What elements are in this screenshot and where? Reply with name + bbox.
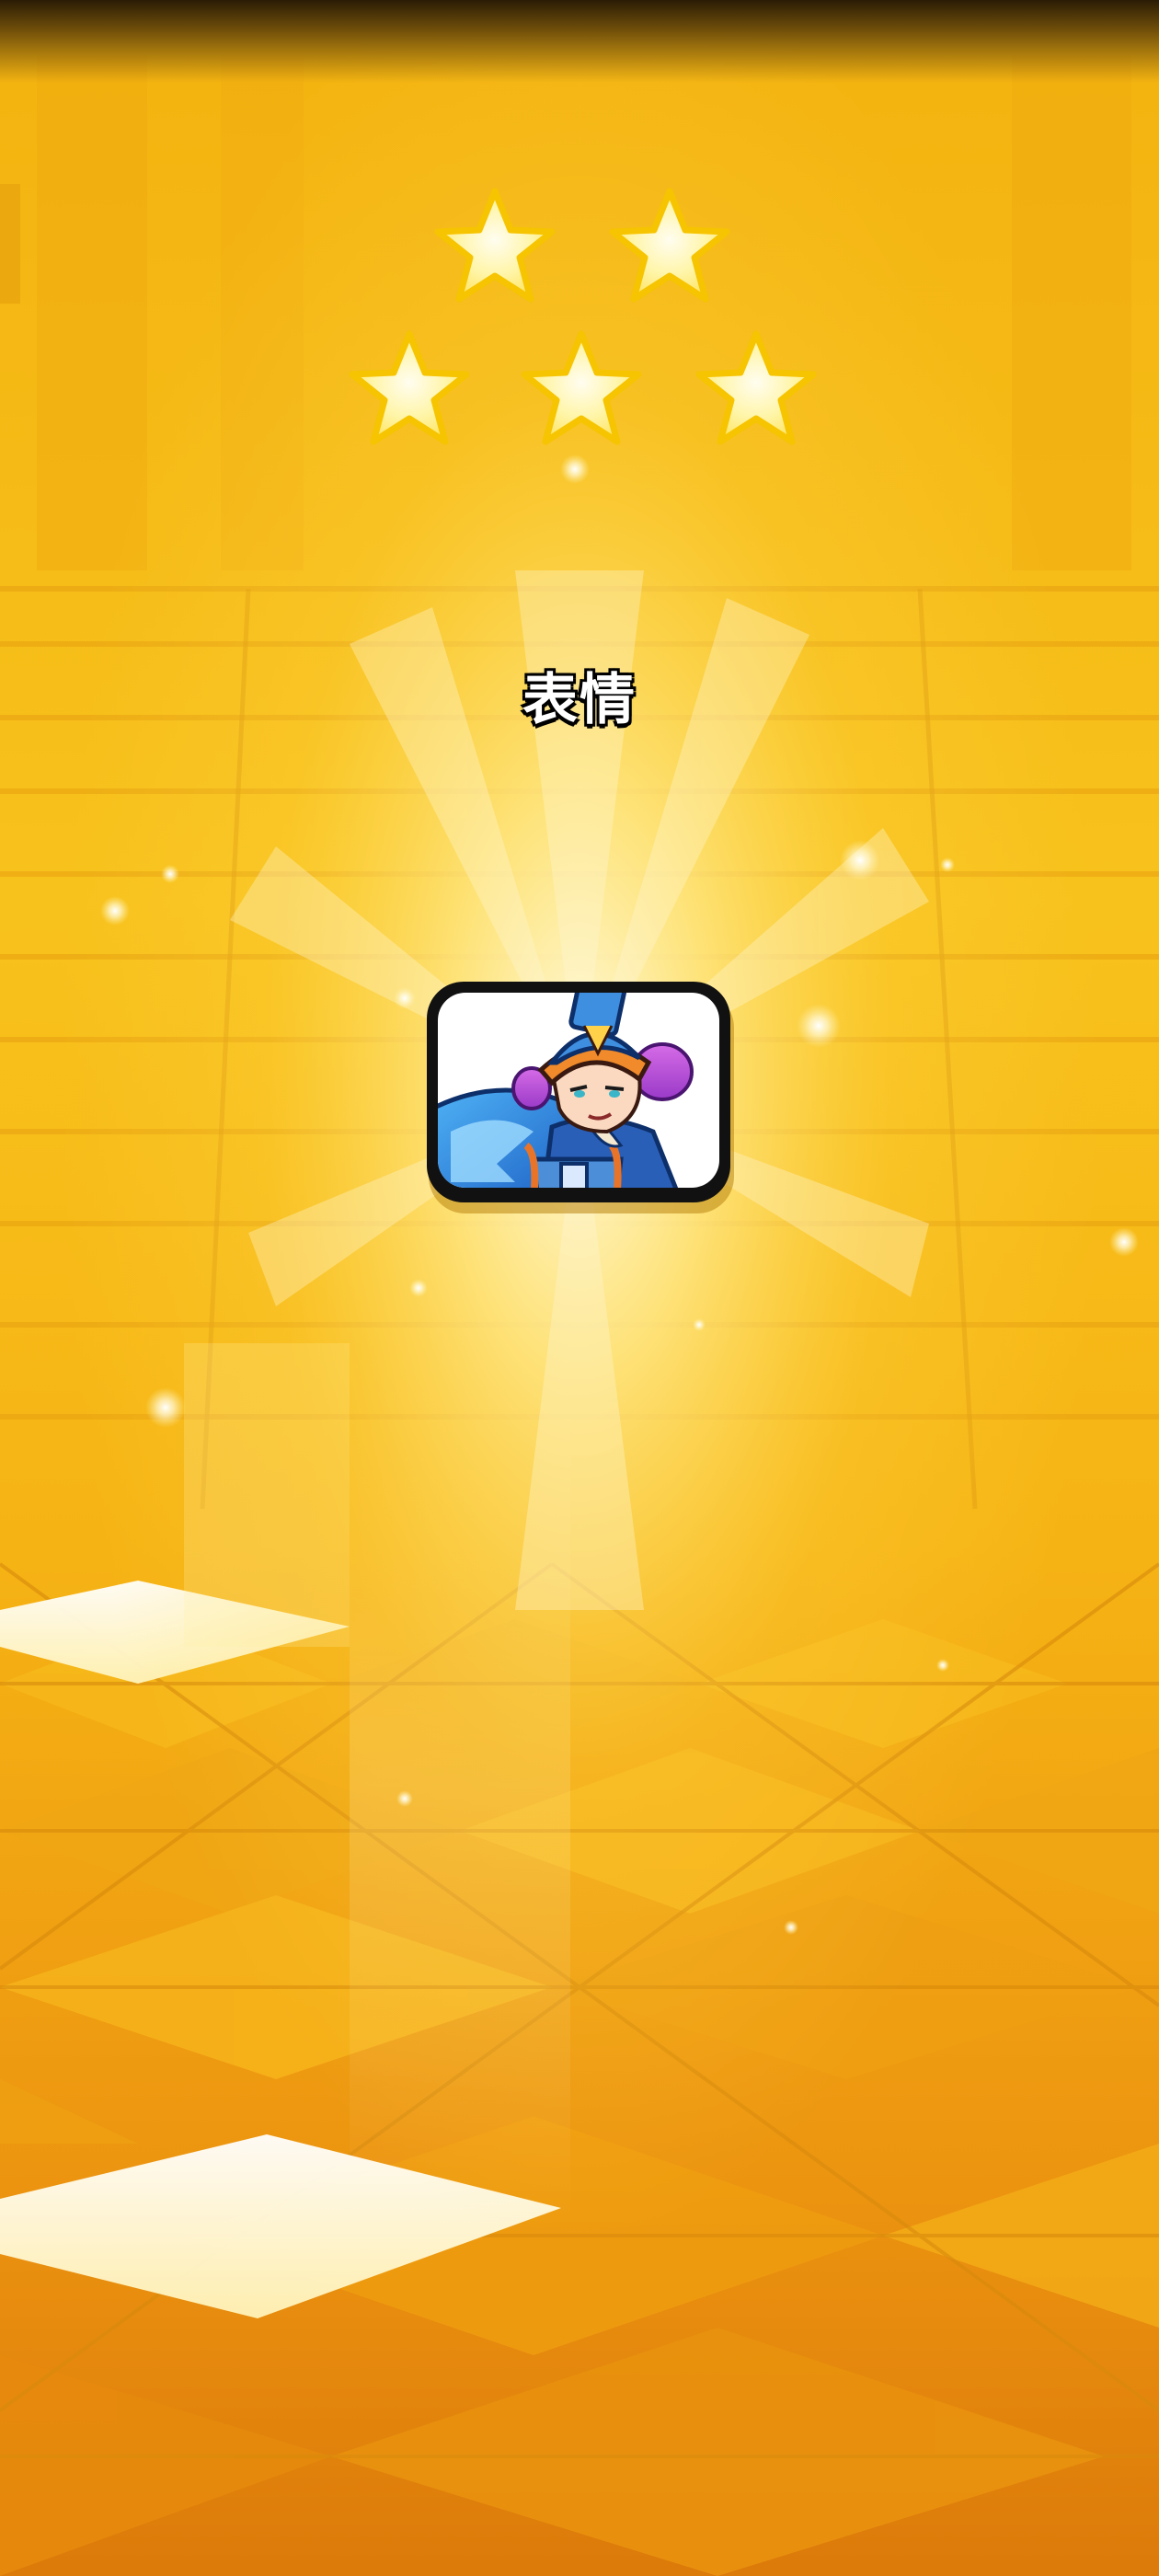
knight-girl-emote-icon[interactable] <box>423 971 736 1219</box>
star-rating <box>0 0 1159 515</box>
star-icon <box>524 334 638 442</box>
reward-scene[interactable]: 表情 <box>0 0 1159 2576</box>
star-icon <box>352 334 466 442</box>
star-icon <box>613 191 727 299</box>
star-icon <box>699 334 813 442</box>
star-icon <box>438 191 552 299</box>
reward-title: 表情 <box>522 668 637 732</box>
